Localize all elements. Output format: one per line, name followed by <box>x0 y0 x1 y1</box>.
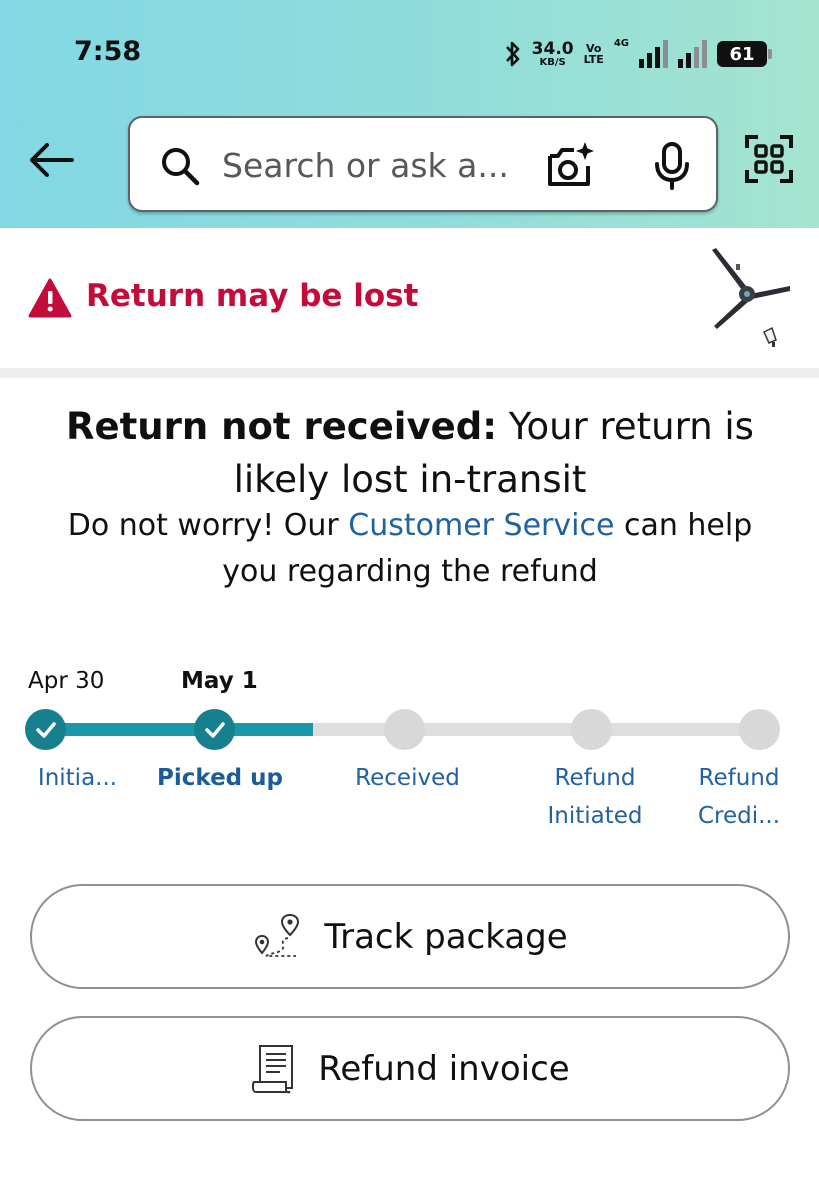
step-label-line2: Initiated <box>547 803 643 829</box>
back-arrow-icon <box>30 143 74 177</box>
status-subtext: Do not worry! Our Customer Service can h… <box>40 503 780 595</box>
network-type: 4G <box>613 38 629 49</box>
search-input[interactable] <box>222 140 522 190</box>
step-label-refund-initiated[interactable]: Refund Initiated <box>530 759 660 835</box>
section-divider <box>0 368 819 378</box>
back-button[interactable] <box>26 138 76 182</box>
status-icons: 34.0 KB/S Vo LTE 4G 61 <box>504 34 772 74</box>
step-label-line1: Received <box>355 765 460 791</box>
step-dot-picked-up <box>194 709 235 750</box>
track-package-button[interactable]: Track package <box>30 884 790 989</box>
track-package-label: Track package <box>324 916 568 957</box>
net-speed-unit: KB/S <box>539 56 566 68</box>
step-label-picked-up[interactable]: Picked up <box>150 759 290 797</box>
signal-icon <box>639 40 668 68</box>
volte-bottom: LTE <box>583 53 604 66</box>
progress-fill <box>45 723 313 736</box>
route-map-icon <box>255 913 300 957</box>
check-icon <box>35 721 56 738</box>
step-label-line2: Credi... <box>697 803 781 829</box>
app-header: 7:58 34.0 KB/S Vo LTE 4G 61 <box>0 0 819 228</box>
step-label-line1: Refund <box>698 765 780 791</box>
receipt-icon <box>252 1044 294 1093</box>
battery-icon: 61 <box>717 41 772 67</box>
volte-indicator: Vo LTE <box>584 43 604 65</box>
step-label-initiated[interactable]: Initia... <box>15 759 140 797</box>
mic-icon[interactable] <box>652 142 692 190</box>
step-dot-received <box>384 709 425 750</box>
product-image[interactable] <box>706 244 796 354</box>
warning-icon <box>28 278 72 318</box>
status-heading-bold: Return not received: <box>66 405 497 448</box>
step-dot-refund-initiated <box>571 709 612 750</box>
camera-lens-icon[interactable] <box>544 140 594 190</box>
net-speed-value: 34.0 <box>531 38 574 59</box>
step-label-line1: Picked up <box>157 765 283 791</box>
date-label-apr-30: Apr 30 <box>28 668 105 694</box>
step-dot-initiated <box>25 709 66 750</box>
check-icon <box>204 721 225 738</box>
step-label-line1: Refund <box>554 765 636 791</box>
customer-service-link[interactable]: Customer Service <box>348 508 614 543</box>
step-dot-refund-credited <box>739 709 780 750</box>
refund-invoice-label: Refund invoice <box>318 1048 570 1089</box>
step-label-line1: Initia... <box>37 765 118 791</box>
date-label-may-1: May 1 <box>181 668 258 694</box>
battery-level: 61 <box>729 43 755 65</box>
status-subtext-prefix: Do not worry! Our <box>67 508 349 543</box>
search-icon <box>162 148 200 186</box>
step-label-refund-credited[interactable]: Refund Credi... <box>680 759 798 835</box>
net-speed: 34.0 KB/S <box>531 38 574 68</box>
search-bar[interactable] <box>128 116 718 212</box>
status-time: 7:58 <box>74 36 142 67</box>
status-heading: Return not received: Your return is like… <box>40 400 780 506</box>
bluetooth-icon <box>504 40 522 68</box>
refund-invoice-button[interactable]: Refund invoice <box>30 1016 790 1121</box>
scan-icon[interactable] <box>744 134 794 184</box>
step-label-received[interactable]: Received <box>340 759 475 797</box>
alert-text: Return may be lost <box>86 278 419 314</box>
signal-icon-2 <box>678 40 707 68</box>
